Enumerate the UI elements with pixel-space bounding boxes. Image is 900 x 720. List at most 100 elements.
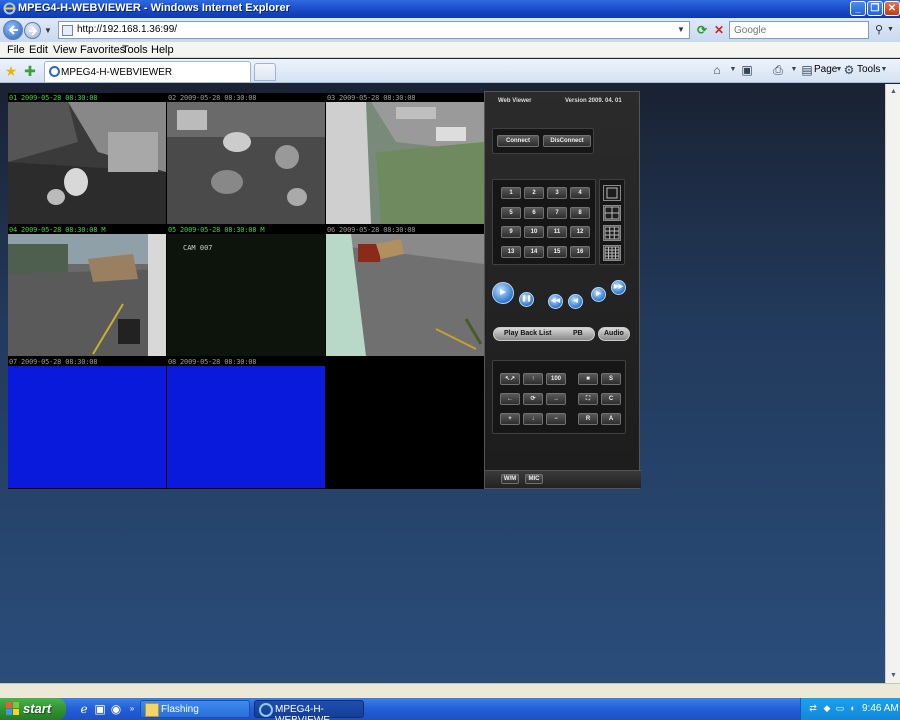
address-dropdown-icon[interactable]: ▼ <box>675 23 687 37</box>
new-tab-button[interactable] <box>254 63 276 81</box>
camera-tile-3[interactable]: 03 2009-05-28 08:30:08 <box>326 93 484 225</box>
volume-icon[interactable]: ◐ <box>847 702 859 714</box>
disconnect-button[interactable]: DisConnect <box>543 135 591 147</box>
channel-16-button[interactable]: 16 <box>570 246 590 258</box>
playback-list-button[interactable]: Play Back List <box>504 330 551 337</box>
camera-tile-2[interactable]: 02 2009-05-28 08:30:08 <box>167 93 325 225</box>
recent-pages-dropdown-icon[interactable]: ▼ <box>44 26 52 35</box>
channel-13-button[interactable]: 13 <box>501 246 521 258</box>
ptz-up-button[interactable]: ↑ <box>523 373 543 385</box>
menu-tools[interactable]: Tools <box>122 44 148 56</box>
start-button[interactable]: start <box>0 698 66 720</box>
step-back-button[interactable]: ◀ <box>568 294 583 309</box>
camera-tile-9[interactable] <box>326 357 484 489</box>
channel-6-button[interactable]: 6 <box>524 207 544 219</box>
menu-edit[interactable]: Edit <box>29 44 48 56</box>
pb-button[interactable]: PB <box>573 330 583 337</box>
menu-view[interactable]: View <box>53 44 77 56</box>
menu-favorites[interactable]: Favorites <box>80 44 125 56</box>
single-view-icon[interactable] <box>603 185 621 201</box>
channel-9-button[interactable]: 9 <box>501 226 521 238</box>
home-dropdown-icon[interactable]: ▼ <box>726 63 740 77</box>
channel-14-button[interactable]: 14 <box>524 246 544 258</box>
ptz-fullscreen-button[interactable]: ⛶ <box>578 393 598 405</box>
ptz-minus-button[interactable]: − <box>546 413 566 425</box>
print-dropdown-icon[interactable]: ▼ <box>787 63 801 77</box>
connect-button[interactable]: Connect <box>497 135 539 147</box>
home-icon[interactable]: ⌂ <box>710 63 724 77</box>
print-icon[interactable]: ⎙ <box>771 63 785 77</box>
stop-icon[interactable]: ✕ <box>711 22 727 38</box>
task-webviewer[interactable]: MPEG4-H-WEBVIEWE... <box>254 700 364 720</box>
channel-12-button[interactable]: 12 <box>570 226 590 238</box>
favorites-star-icon[interactable]: ★ <box>3 63 19 79</box>
restore-button[interactable]: ❐ <box>867 1 883 16</box>
search-icon[interactable]: ⚲ <box>871 22 887 38</box>
search-input[interactable] <box>730 22 860 38</box>
menu-file[interactable]: File <box>7 44 25 56</box>
tools-dropdown-icon[interactable]: ▼ <box>877 63 891 77</box>
pause-button[interactable]: ❚❚ <box>519 292 534 307</box>
camera-tile-1[interactable]: 01 2009-05-28 08:30:08 <box>8 93 166 225</box>
quad-view-icon[interactable] <box>603 205 621 221</box>
quicklaunch-ie-icon[interactable]: ℯ <box>76 701 92 717</box>
fast-forward-button[interactable]: ▶▶ <box>611 280 626 295</box>
ptz-r-button[interactable]: R <box>578 413 598 425</box>
camera-tile-8[interactable]: 08 2009-05-28 08:30:08 <box>167 357 325 489</box>
ptz-s-button[interactable]: S <box>601 373 621 385</box>
camera-tile-5[interactable]: 05 2009-05-28 08:30:08 M CAM 007 <box>167 225 325 357</box>
quicklaunch-more-icon[interactable]: » <box>124 701 140 717</box>
menu-help[interactable]: Help <box>151 44 174 56</box>
ptz-center-button[interactable]: ⟳ <box>523 393 543 405</box>
quicklaunch-firefox-icon[interactable]: ◉ <box>108 701 124 717</box>
nine-view-icon[interactable] <box>603 225 621 241</box>
camera-tile-4[interactable]: 04 2009-05-28 08:30:08 M <box>8 225 166 357</box>
scroll-down-icon[interactable]: ▼ <box>887 669 900 682</box>
ptz-left-button[interactable]: ← <box>500 393 520 405</box>
ptz-speed-button[interactable]: 100 <box>546 373 566 385</box>
network-icon[interactable]: ⇄ <box>807 702 819 714</box>
channel-1-button[interactable]: 1 <box>501 187 521 199</box>
wm-button[interactable]: W/M <box>501 474 519 484</box>
monitor-icon[interactable]: ▭ <box>834 702 846 714</box>
sixteen-view-icon[interactable] <box>603 245 621 261</box>
channel-10-button[interactable]: 10 <box>524 226 544 238</box>
address-field[interactable]: http://192.168.1.36:99/ ▼ <box>58 21 690 39</box>
ptz-a-button[interactable]: A <box>601 413 621 425</box>
url-text[interactable]: http://192.168.1.36:99/ <box>77 24 177 35</box>
channel-11-button[interactable]: 11 <box>547 226 567 238</box>
step-forward-button[interactable]: ▶ <box>591 287 606 302</box>
channel-3-button[interactable]: 3 <box>547 187 567 199</box>
channel-5-button[interactable]: 5 <box>501 207 521 219</box>
ptz-c-button[interactable]: C <box>601 393 621 405</box>
camera-tile-6[interactable]: 06 2009-05-28 08:30:08 <box>326 225 484 357</box>
search-options-dropdown-icon[interactable]: ▼ <box>887 26 894 33</box>
close-button[interactable]: ✕ <box>884 1 900 16</box>
channel-7-button[interactable]: 7 <box>547 207 567 219</box>
vertical-scrollbar[interactable]: ▲ ▼ <box>885 84 900 683</box>
ptz-down-button[interactable]: ↓ <box>523 413 543 425</box>
window-title-bar[interactable]: MPEG4-H-WEBVIEWER - Windows Internet Exp… <box>0 0 900 18</box>
task-flashing[interactable]: Flashing <box>140 700 250 718</box>
ptz-right-button[interactable]: → <box>546 393 566 405</box>
ptz-plus-button[interactable]: + <box>500 413 520 425</box>
channel-4-button[interactable]: 4 <box>570 187 590 199</box>
mic-button[interactable]: MIC <box>525 474 543 484</box>
ptz-stop-button[interactable]: ■ <box>578 373 598 385</box>
channel-2-button[interactable]: 2 <box>524 187 544 199</box>
play-button[interactable]: ▶ <box>492 282 514 304</box>
camera-tile-7[interactable]: 07 2009-05-28 08:30:08 <box>8 357 166 489</box>
back-button[interactable] <box>3 20 23 40</box>
channel-8-button[interactable]: 8 <box>570 207 590 219</box>
forward-button[interactable] <box>24 22 41 39</box>
ptz-zoom-icon[interactable]: ↖↗ <box>500 373 520 385</box>
scroll-up-icon[interactable]: ▲ <box>887 85 900 98</box>
feeds-icon[interactable]: ▣ <box>740 63 754 77</box>
audio-button[interactable]: Audio <box>604 330 624 337</box>
add-favorites-icon[interactable]: ✚ <box>22 63 38 79</box>
quicklaunch-folder-icon[interactable]: ▣ <box>92 701 108 717</box>
channel-15-button[interactable]: 15 <box>547 246 567 258</box>
minimize-button[interactable]: _ <box>850 1 866 16</box>
refresh-icon[interactable]: ⟳ <box>694 22 710 38</box>
search-box[interactable] <box>729 21 869 39</box>
